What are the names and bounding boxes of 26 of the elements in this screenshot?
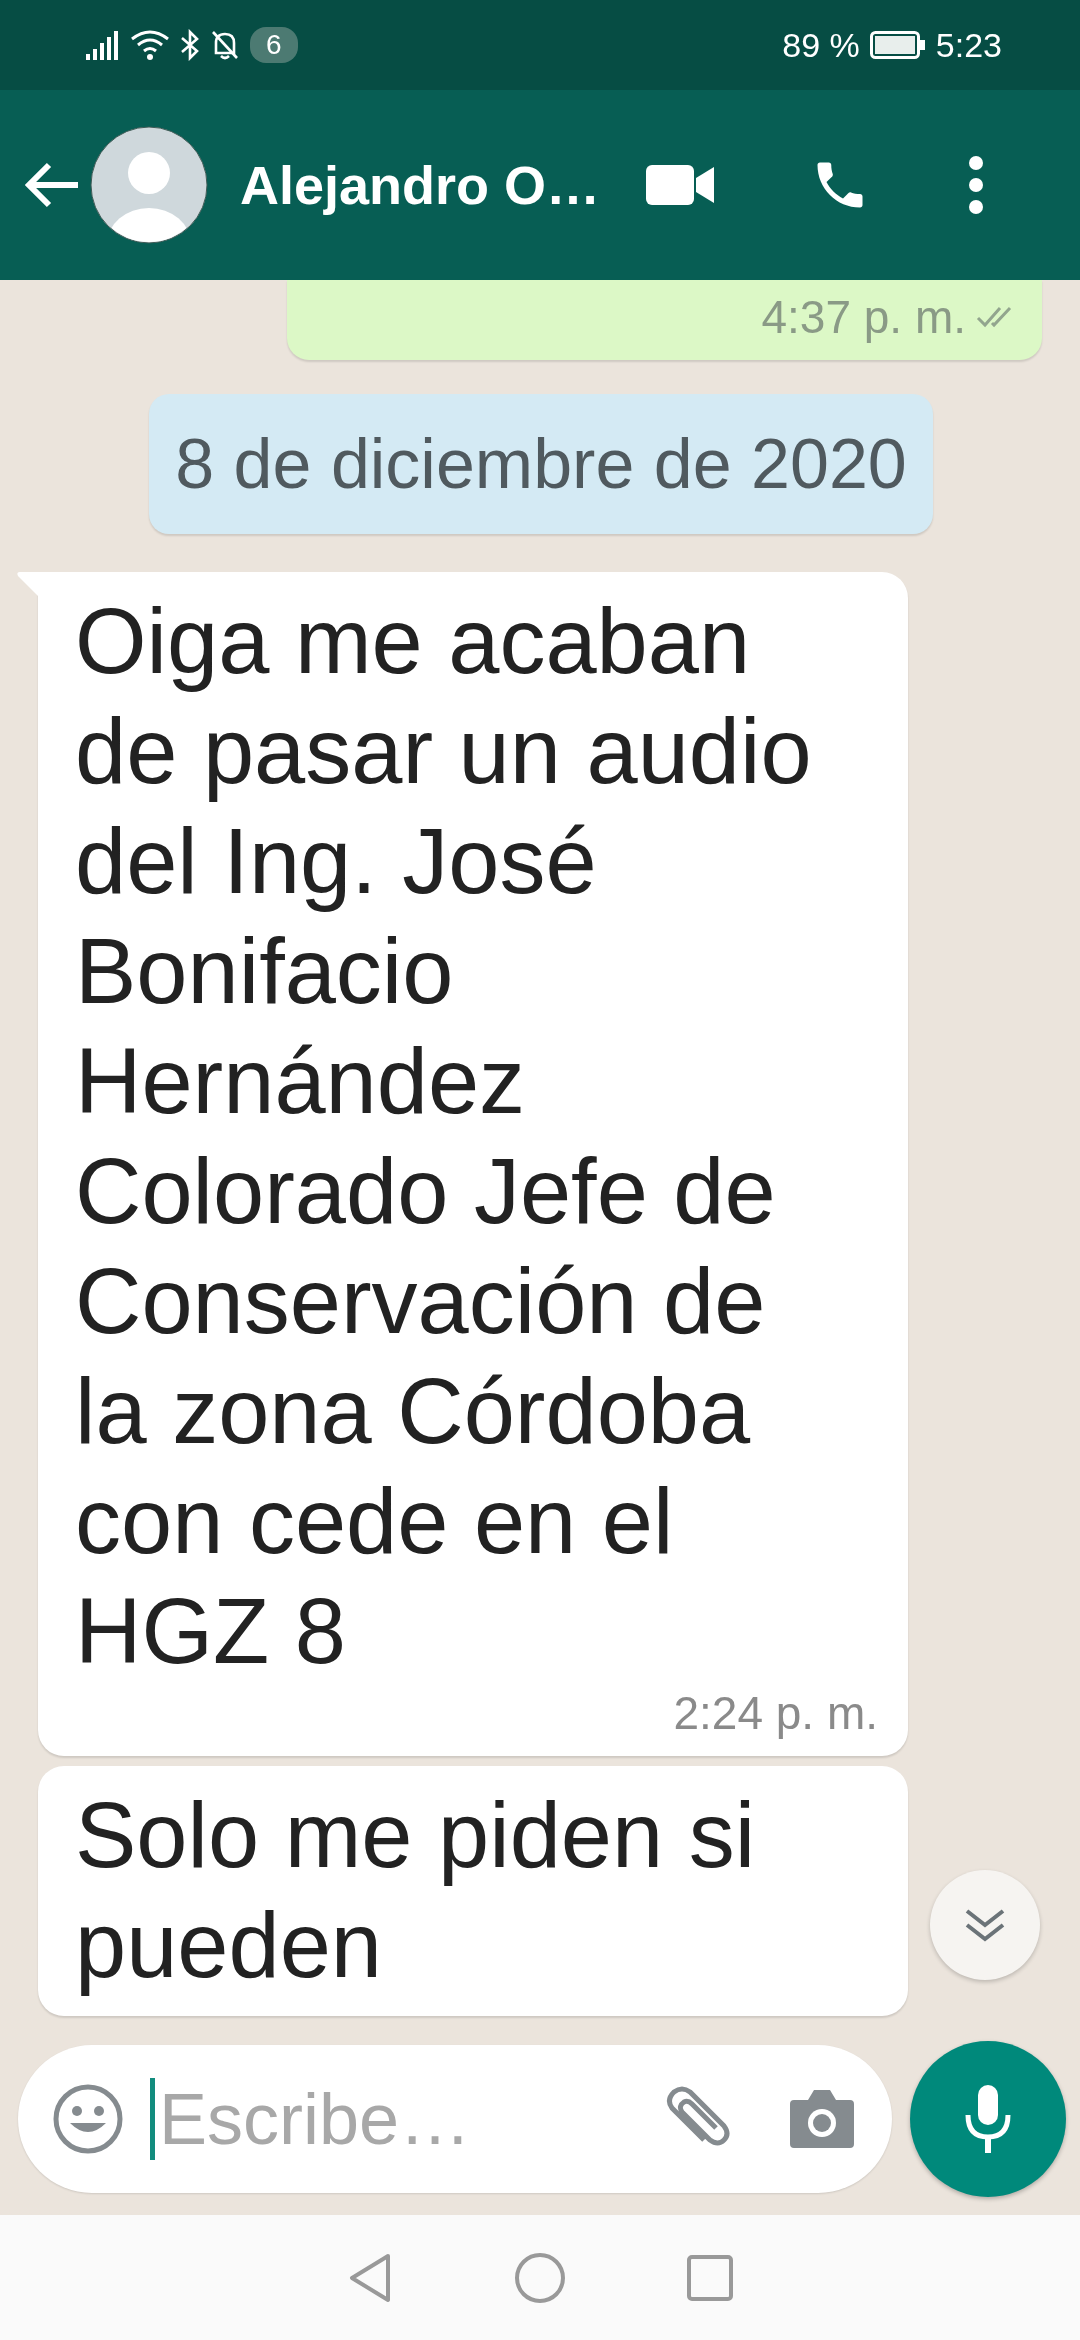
date-chip: 8 de diciembre de 2020: [149, 394, 933, 534]
message-text: Solo me piden si pueden: [75, 1783, 757, 1998]
avatar-icon[interactable]: [90, 126, 208, 244]
wifi-icon: [130, 29, 170, 61]
message-time: 4:37 p. m.: [761, 290, 966, 344]
battery-percentage: 89 %: [782, 25, 860, 65]
message-time: 2:24 p. m.: [673, 1686, 878, 1740]
incoming-message-bubble[interactable]: Solo me piden si pueden: [38, 1766, 908, 2016]
bell-off-icon: [210, 29, 240, 61]
incoming-message-bubble[interactable]: Oiga me acaban de pasar un audio del Ing. José Bonifacio Hernández Colorado Jefe de Conservación de la zona Córdoba con cede en el HGZ 8 2:24 p. m.: [38, 572, 908, 1756]
home-icon[interactable]: [514, 2251, 566, 2304]
contact-name[interactable]: Alejandro O…: [240, 154, 620, 216]
back-arrow-icon[interactable]: [24, 162, 80, 208]
menu-icon[interactable]: [966, 155, 986, 215]
message-composer[interactable]: Escribe…: [18, 2045, 892, 2193]
camera-icon[interactable]: [788, 2088, 856, 2150]
clock-time: 5:23: [935, 25, 1002, 65]
notification-count: 6: [250, 27, 298, 63]
double-chevron-icon: [963, 1907, 1007, 1943]
battery-icon: [869, 31, 926, 59]
signal-icon: [86, 30, 120, 60]
bluetooth-icon: [180, 29, 200, 61]
message-text: Oiga me acaban de pasar un audio del Ing. José Bonifacio Hernández Colorado Jefe de Conservación de la zona Córdoba con cede en el HGZ 8: [75, 589, 813, 1684]
video-call-icon[interactable]: [646, 162, 716, 208]
recents-icon[interactable]: [686, 2253, 734, 2302]
emoji-icon[interactable]: [52, 2083, 124, 2155]
